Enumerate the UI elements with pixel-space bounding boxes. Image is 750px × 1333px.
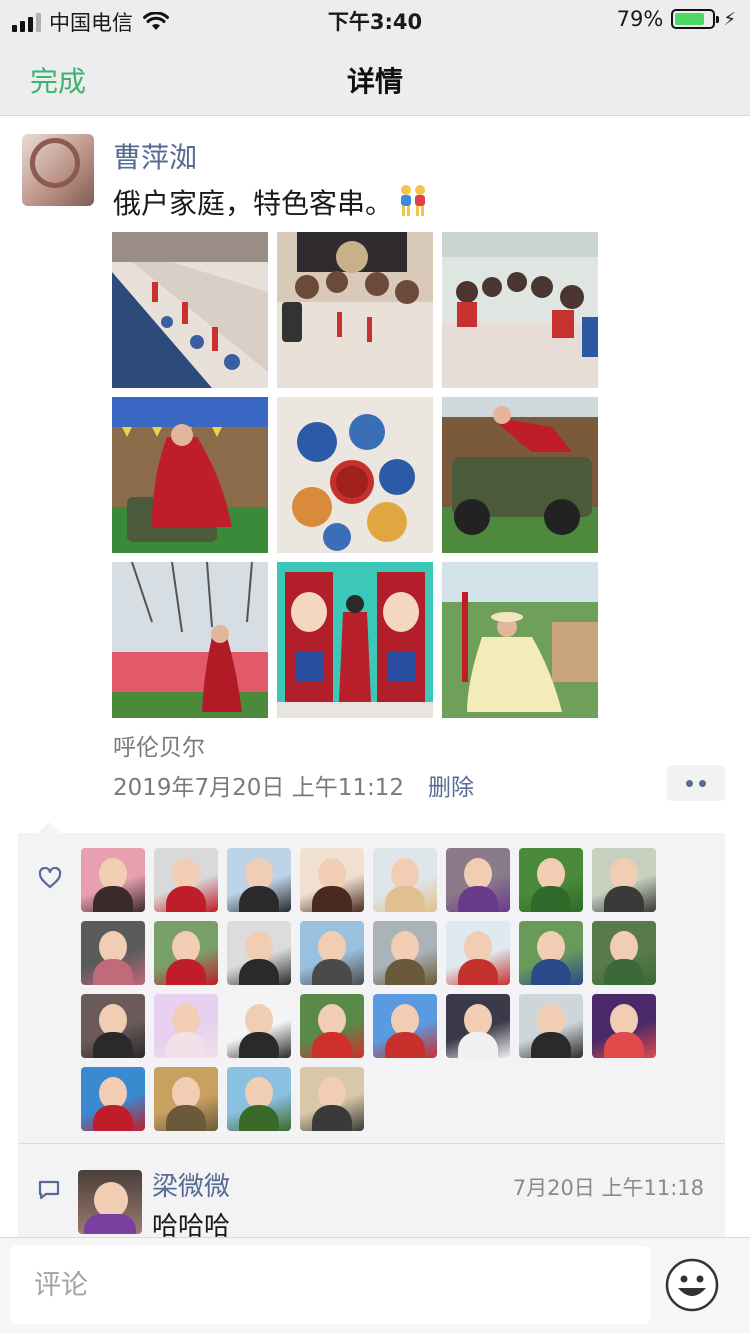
like-avatar[interactable] bbox=[81, 848, 145, 912]
like-avatar[interactable] bbox=[154, 921, 218, 985]
battery-percent: 79% bbox=[616, 7, 664, 31]
like-avatar[interactable] bbox=[592, 921, 656, 985]
like-avatar[interactable] bbox=[373, 848, 437, 912]
like-avatar[interactable] bbox=[446, 921, 510, 985]
battery-fill bbox=[675, 13, 704, 25]
author-avatar[interactable] bbox=[22, 134, 94, 206]
like-avatar[interactable] bbox=[373, 994, 437, 1058]
status-bar: 中国电信 下午3:40 79% ⚡ bbox=[0, 0, 750, 40]
like-avatar[interactable] bbox=[300, 921, 364, 985]
like-avatar[interactable] bbox=[81, 994, 145, 1058]
panel-divider bbox=[18, 1143, 725, 1144]
post-photo-3[interactable] bbox=[442, 232, 598, 388]
like-avatar[interactable] bbox=[227, 994, 291, 1058]
post-photo-1[interactable] bbox=[112, 232, 268, 388]
like-avatar[interactable] bbox=[373, 921, 437, 985]
page-title: 详情 bbox=[346, 65, 403, 98]
post-photo-4[interactable] bbox=[112, 397, 268, 553]
status-right: 79% ⚡ bbox=[617, 7, 736, 31]
like-avatar[interactable] bbox=[300, 994, 364, 1058]
post-photo-2[interactable] bbox=[277, 232, 433, 388]
like-avatar[interactable] bbox=[154, 1067, 218, 1131]
like-avatar[interactable] bbox=[519, 994, 583, 1058]
comment-input-bar bbox=[0, 1237, 750, 1333]
photo-grid bbox=[112, 232, 598, 718]
likes-avatar-grid bbox=[81, 848, 656, 1131]
battery-icon bbox=[671, 9, 720, 29]
more-actions-button[interactable] bbox=[667, 765, 725, 801]
emoji-button-icon[interactable] bbox=[665, 1258, 719, 1312]
like-avatar[interactable] bbox=[81, 1067, 145, 1131]
comment-bubble-icon bbox=[38, 1180, 60, 1200]
delete-button[interactable]: 删除 bbox=[428, 768, 474, 802]
post-author[interactable]: 曹萍洳 bbox=[113, 136, 197, 176]
like-avatar[interactable] bbox=[154, 848, 218, 912]
dot-icon bbox=[699, 779, 706, 787]
comment-timestamp: 7月20日 上午11:18 bbox=[512, 1176, 704, 1200]
charging-bolt-icon: ⚡ bbox=[723, 8, 736, 30]
like-avatar[interactable] bbox=[519, 848, 583, 912]
like-avatar[interactable] bbox=[227, 921, 291, 985]
post-photo-6[interactable] bbox=[442, 397, 598, 553]
dot-icon bbox=[686, 779, 693, 787]
post-timestamp: 2019年7月20日 上午11:12 bbox=[113, 775, 405, 801]
like-avatar[interactable] bbox=[227, 1067, 291, 1131]
commenter-avatar[interactable] bbox=[78, 1170, 142, 1234]
like-avatar[interactable] bbox=[592, 848, 656, 912]
post-location[interactable]: 呼伦贝尔 bbox=[113, 728, 205, 762]
post-photo-7[interactable] bbox=[112, 562, 268, 718]
like-avatar[interactable] bbox=[446, 994, 510, 1058]
nav-bar: 完成 详情 bbox=[0, 40, 750, 116]
like-avatar[interactable] bbox=[227, 848, 291, 912]
two-women-emoji-icon bbox=[401, 185, 426, 216]
post-photo-8[interactable] bbox=[277, 562, 433, 718]
panel-arrow bbox=[38, 822, 60, 833]
like-avatar[interactable] bbox=[154, 994, 218, 1058]
comment-username[interactable]: 梁微微 bbox=[152, 1166, 230, 1203]
post-photo-5[interactable] bbox=[277, 397, 433, 553]
post-photo-9[interactable] bbox=[442, 562, 598, 718]
post-text: 俄户家庭，特色客串。 bbox=[113, 182, 429, 222]
heart-outline-icon bbox=[38, 867, 62, 889]
comment-input[interactable] bbox=[10, 1246, 650, 1324]
like-avatar[interactable] bbox=[519, 921, 583, 985]
like-avatar[interactable] bbox=[592, 994, 656, 1058]
like-avatar[interactable] bbox=[446, 848, 510, 912]
like-avatar[interactable] bbox=[300, 848, 364, 912]
like-avatar[interactable] bbox=[300, 1067, 364, 1131]
post-text-content: 俄户家庭，特色客串。 bbox=[113, 187, 394, 220]
like-avatar[interactable] bbox=[81, 921, 145, 985]
